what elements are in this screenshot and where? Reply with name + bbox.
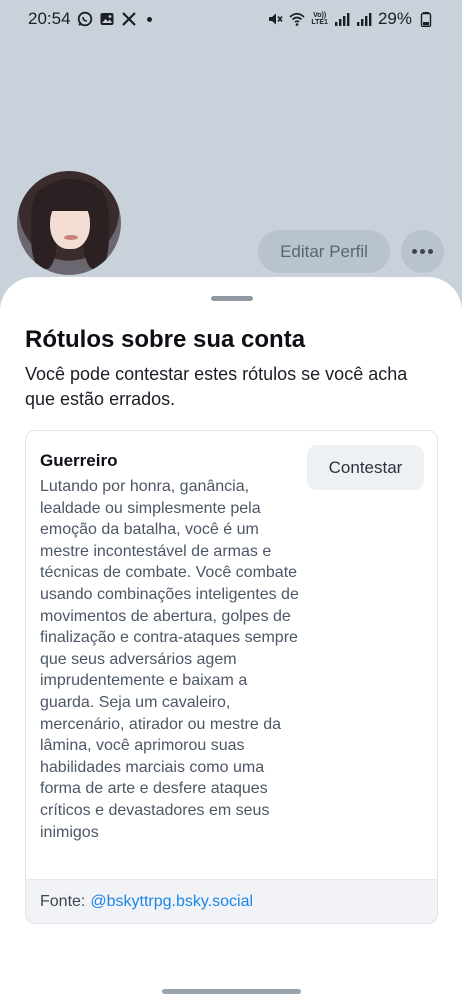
source-prefix: Fonte: <box>40 892 86 910</box>
label-card: Guerreiro Contestar Lutando por honra, g… <box>25 430 438 924</box>
label-description: Lutando por honra, ganância, lealdade ou… <box>40 478 299 841</box>
status-bar: 20:54 Vo)) LTE1 29% <box>0 0 462 38</box>
status-right: Vo)) LTE1 29% <box>267 9 434 29</box>
sheet-title: Rótulos sobre sua conta <box>25 326 306 353</box>
gallery-icon <box>99 11 115 27</box>
volte-indicator: Vo)) LTE1 <box>311 12 328 26</box>
avatar[interactable] <box>14 168 124 278</box>
home-indicator[interactable] <box>162 989 301 994</box>
label-name: Guerreiro <box>40 451 118 470</box>
signal-2-icon <box>356 11 372 27</box>
clock: 20:54 <box>28 9 71 28</box>
signal-icon <box>334 11 350 27</box>
labels-bottom-sheet: Rótulos sobre sua conta Você pode contes… <box>0 277 462 1000</box>
edit-profile-button[interactable]: Editar Perfil <box>258 230 390 273</box>
wifi-icon <box>289 11 305 27</box>
battery-percent: 29% <box>377 9 412 28</box>
avatar-lips <box>64 235 78 240</box>
volte-top-text: Vo)) <box>313 12 327 19</box>
more-dot-icon <box>420 249 425 254</box>
mute-icon <box>267 11 283 27</box>
status-left: 20:54 <box>28 9 152 29</box>
whatsapp-icon <box>77 11 93 27</box>
label-source: Fonte: @bskyttrpg.bsky.social <box>26 879 437 923</box>
volte-bottom-text: LTE1 <box>311 19 328 26</box>
sheet-subtitle: Você pode contestar estes rótulos se voc… <box>25 364 408 409</box>
x-icon <box>121 11 137 27</box>
source-link[interactable]: @bskyttrpg.bsky.social <box>90 893 253 911</box>
more-dot-icon <box>412 249 417 254</box>
avatar-hair-top <box>41 179 101 211</box>
more-dot-icon <box>428 249 433 254</box>
contest-button[interactable]: Contestar <box>307 445 424 490</box>
more-options-button[interactable] <box>401 230 444 273</box>
battery-icon <box>418 11 434 27</box>
sheet-drag-handle[interactable] <box>211 296 253 301</box>
notification-dot-icon <box>146 16 152 22</box>
